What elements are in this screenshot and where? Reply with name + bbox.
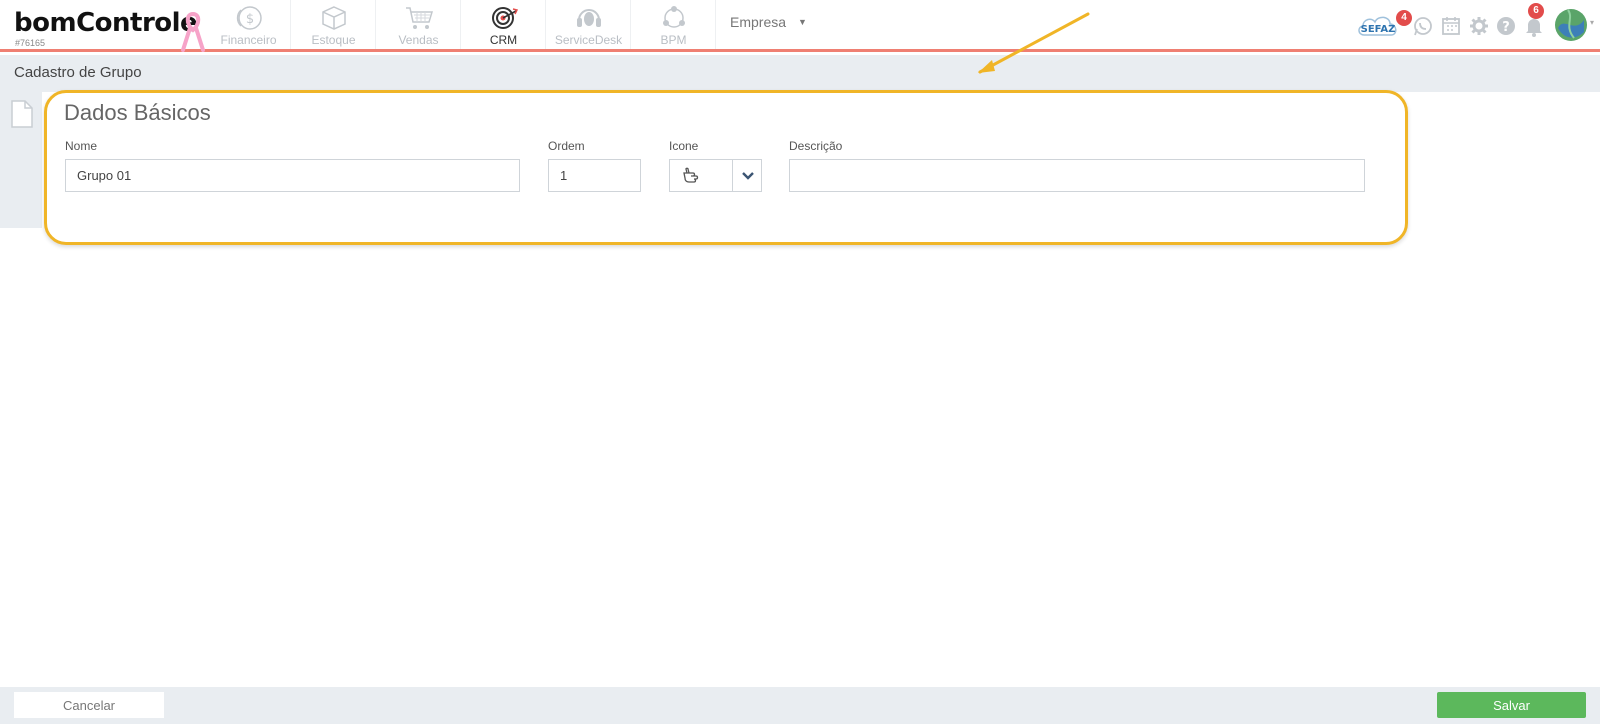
dollar-coin-icon: $ bbox=[236, 6, 262, 30]
module-label: BPM bbox=[660, 33, 687, 47]
module-vendas[interactable]: Vendas bbox=[377, 0, 461, 49]
annotation-arrow bbox=[978, 12, 1090, 74]
module-bpm[interactable]: BPM bbox=[632, 0, 716, 49]
avatar-caret-icon: ▾ bbox=[1590, 18, 1595, 27]
process-cycle-icon bbox=[662, 6, 685, 28]
section-title: Dados Básicos bbox=[64, 100, 211, 125]
gear-icon[interactable] bbox=[1468, 15, 1490, 37]
hand-pointing-icon bbox=[683, 167, 699, 183]
calendar-icon[interactable] bbox=[1440, 15, 1462, 37]
nome-label: Nome bbox=[65, 139, 98, 153]
icone-label: Icone bbox=[669, 139, 699, 153]
caret-down-icon: ▼ bbox=[798, 17, 807, 27]
module-label: CRM bbox=[489, 33, 518, 47]
descricao-input[interactable] bbox=[789, 159, 1365, 192]
ordem-label: Ordem bbox=[548, 139, 585, 153]
user-avatar[interactable] bbox=[1554, 8, 1588, 42]
module-servicedesk[interactable]: ServiceDesk bbox=[547, 0, 631, 49]
cancel-button[interactable]: Cancelar bbox=[14, 692, 164, 718]
descricao-label: Descrição bbox=[789, 139, 843, 153]
document-icon bbox=[11, 100, 33, 128]
module-label: Financeiro bbox=[220, 33, 277, 47]
select-divider bbox=[732, 160, 733, 191]
shopping-cart-icon bbox=[405, 7, 433, 29]
module-label: Estoque bbox=[311, 33, 356, 47]
form-footer: Cancelar Salvar bbox=[0, 687, 1600, 724]
icone-select[interactable] bbox=[669, 159, 762, 192]
save-button[interactable]: Salvar bbox=[1437, 692, 1586, 718]
help-icon[interactable]: ? bbox=[1495, 15, 1517, 37]
module-label: ServiceDesk bbox=[554, 33, 623, 47]
empresa-label: Empresa bbox=[730, 14, 787, 30]
headset-icon bbox=[576, 9, 601, 27]
whatsapp-icon[interactable] bbox=[1412, 15, 1434, 37]
box-icon bbox=[321, 6, 346, 30]
target-icon bbox=[491, 7, 518, 29]
module-label: Vendas bbox=[398, 33, 439, 47]
top-navigation-bar: bomControle #76165 $ Financeiro Estoque … bbox=[0, 0, 1600, 52]
empresa-dropdown[interactable]: Empresa ▼ bbox=[730, 14, 807, 30]
ordem-input[interactable] bbox=[548, 159, 641, 192]
page-header: Cadastro de Grupo bbox=[0, 55, 1600, 92]
notifications-badge: 6 bbox=[1528, 3, 1544, 19]
app-logo[interactable]: bomControle bbox=[14, 8, 198, 38]
account-id: #76165 bbox=[15, 38, 46, 48]
sefaz-label: SEFAZ bbox=[1361, 24, 1396, 35]
sefaz-badge: 4 bbox=[1396, 10, 1412, 26]
pink-ribbon-icon bbox=[181, 12, 205, 52]
module-financeiro[interactable]: $ Financeiro bbox=[207, 0, 291, 49]
page-title: Cadastro de Grupo bbox=[14, 64, 142, 81]
module-crm[interactable]: CRM bbox=[462, 0, 546, 49]
svg-text:$: $ bbox=[245, 12, 253, 27]
svg-text:?: ? bbox=[1502, 20, 1510, 35]
chevron-down-icon[interactable] bbox=[741, 171, 755, 181]
nome-input[interactable] bbox=[65, 159, 520, 192]
module-estoque[interactable]: Estoque bbox=[292, 0, 376, 49]
